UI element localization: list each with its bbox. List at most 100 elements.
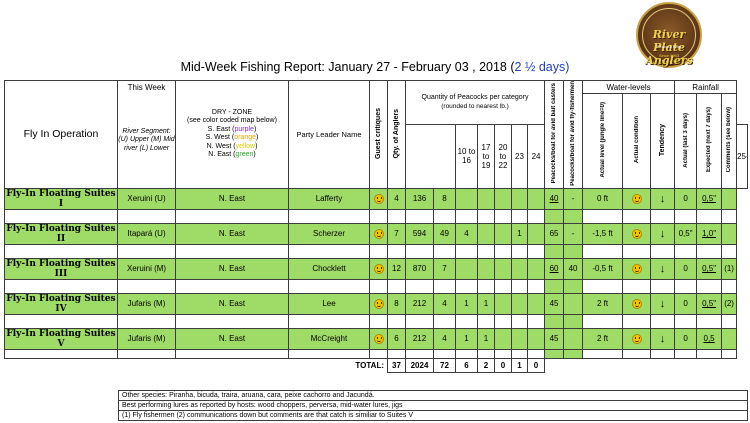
zone-ne: N. East (green): [208, 151, 256, 159]
smiley-icon: [631, 228, 642, 239]
cat-3: 1: [477, 327, 495, 350]
table-row: Fly-In Floating Suites I Xeruini (U) N. …: [4, 187, 748, 210]
tendency-cell: ↓: [650, 222, 676, 245]
header-dry-zone: DRY - ZONE (see color coded map below) S…: [175, 80, 289, 189]
cat-5: [511, 292, 528, 315]
avid-per-boat: 45: [544, 292, 565, 315]
table-row: Fly-In Floating Suites II Itapará (U) N.…: [4, 222, 748, 245]
header-cat-25-plus: 25+: [736, 123, 748, 189]
note-footnotes: (1) Fly fishermen (2) communications dow…: [118, 411, 748, 421]
header-rain-expected: Expected (next 7 days): [696, 93, 723, 189]
rain-expected: 1,0": [696, 222, 723, 245]
comment: [721, 222, 738, 245]
cat-3: [477, 187, 495, 210]
smiley-icon: [631, 298, 642, 309]
header-tendency: Tendency: [650, 93, 676, 189]
header-cat-20-22: 20 to 22: [494, 123, 512, 189]
totals-cat-2: 6: [455, 357, 478, 373]
cat-6: [526, 257, 546, 280]
cat-0: 870: [405, 257, 434, 280]
fly-per-boat: [563, 327, 584, 350]
arrow-down-icon: ↓: [659, 262, 666, 275]
header-actual-condition: Actual condition: [622, 93, 652, 189]
zone-se: S. East (purple): [207, 125, 257, 133]
header-actual-level: Actual level (jungle line=0): [582, 93, 624, 189]
cat-6: [526, 292, 546, 315]
cat-0: 136: [405, 187, 434, 210]
party-leader: Lee: [288, 292, 370, 315]
smiley-icon: [373, 193, 384, 204]
dry-zone-label: DRY - ZONE: [211, 108, 253, 116]
header-quantity: Quantity of Peacocks per category (rounde…: [404, 80, 546, 125]
comment: (1): [721, 257, 738, 280]
zone-note: (see color coded map below): [187, 117, 277, 125]
cat-2: 4: [455, 222, 478, 245]
header-this-week: This Week: [117, 80, 176, 94]
report-title: Mid-Week Fishing Report: January 27 - Fe…: [0, 60, 750, 74]
guest-critique-cell: [369, 327, 388, 350]
arrow-down-icon: ↓: [659, 192, 666, 205]
comment: (2): [721, 292, 738, 315]
zone: N. East: [175, 187, 289, 210]
header-water-levels: Water-levels: [582, 80, 676, 94]
guest-critique-cell: [369, 292, 388, 315]
cat-4: [494, 187, 512, 210]
cat-1: 7: [433, 257, 456, 280]
cat-1: 4: [433, 292, 456, 315]
notes-box: Other species: Piranha, bicuda, traira, …: [118, 390, 748, 421]
rain-expected: 0,5": [696, 187, 723, 210]
logo-tagline: Peacock bass: [656, 44, 682, 49]
comment: [721, 187, 738, 210]
smiley-icon: [373, 228, 384, 239]
cat-0: 594: [405, 222, 434, 245]
fly-per-boat: -: [563, 187, 584, 210]
tendency-cell: ↓: [650, 327, 676, 350]
cat-4: [494, 327, 512, 350]
cat-6: [526, 327, 546, 350]
header-rainfall: Rainfall: [674, 80, 738, 94]
header-rain-actual: Actual (last 3 days): [674, 93, 698, 189]
table-row: Fly-In Floating Suites III Xeruini (M) N…: [4, 257, 748, 280]
comment: [721, 327, 738, 350]
header-river-segment: River Segment: (U) Upper (M) Mid river (…: [117, 93, 176, 189]
report-title-main: Mid-Week Fishing Report: January 27 - Fe…: [180, 60, 515, 74]
cat-0: 212: [405, 327, 434, 350]
header-guest-critiques: Guest critiques: [369, 80, 388, 189]
operation-name: Fly-In Floating Suites IV: [4, 292, 118, 315]
totals-cat-6: 0: [526, 357, 546, 373]
header-comments: Comments (see below): [721, 93, 738, 189]
cat-2: 1: [455, 292, 478, 315]
river-segment: Xeruini (U): [117, 187, 176, 210]
report-title-end: ): [565, 60, 570, 74]
condition-cell: [622, 222, 652, 245]
totals-cat-3: 2: [477, 357, 495, 373]
rain-actual: 0: [674, 292, 698, 315]
arrow-down-icon: ↓: [659, 297, 666, 310]
tendency-cell: ↓: [650, 257, 676, 280]
rain-actual: 0: [674, 327, 698, 350]
river-segment: Itapará (U): [117, 222, 176, 245]
avid-per-boat: 45: [544, 327, 565, 350]
cat-4: [494, 292, 512, 315]
header-cat-10-16: 10 to 16: [455, 123, 478, 189]
operation-name: Fly-In Floating Suites I: [4, 187, 118, 210]
anglers: 12: [387, 257, 406, 280]
fly-per-boat: [563, 292, 584, 315]
header-cat-blank: [405, 123, 456, 189]
header-cat-23: 23: [511, 123, 528, 189]
spacer-row: [4, 208, 748, 224]
header-party-leader: Party Leader Name: [288, 80, 370, 189]
cat-1: 4: [433, 327, 456, 350]
rain-expected: 0,5": [696, 292, 723, 315]
cat-1: 49: [433, 222, 456, 245]
guest-critique-cell: [369, 187, 388, 210]
totals-anglers: 37: [387, 357, 406, 373]
river-segment: Xeruini (M): [117, 257, 176, 280]
water-level: 2 ft: [582, 327, 624, 350]
water-level: 2 ft: [582, 292, 624, 315]
cat-2: 1: [455, 327, 478, 350]
smiley-icon: [631, 193, 642, 204]
totals-cat-4: 0: [494, 357, 512, 373]
party-leader: McCreight: [288, 327, 370, 350]
spacer-row: [4, 348, 748, 359]
